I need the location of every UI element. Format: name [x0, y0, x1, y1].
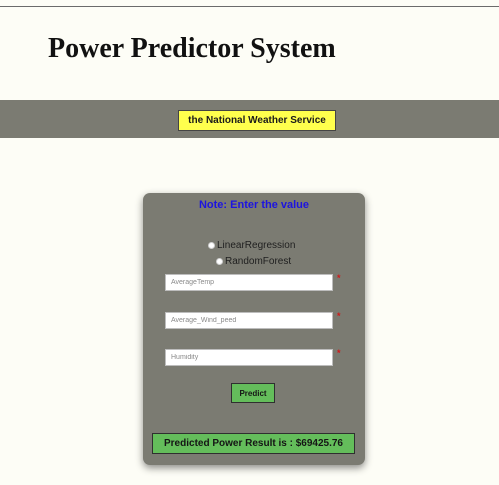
nav-bar: the National Weather Service [0, 100, 499, 138]
national-weather-service-link[interactable]: the National Weather Service [178, 110, 336, 131]
top-divider [0, 6, 499, 7]
humidity-input[interactable] [165, 349, 333, 366]
required-asterisk: * [337, 311, 341, 321]
average-wind-speed-input[interactable] [165, 312, 333, 329]
radio-linear-regression[interactable]: LinearRegression [208, 240, 295, 251]
required-asterisk: * [337, 348, 341, 358]
average-temp-input[interactable] [165, 274, 333, 291]
required-asterisk: * [337, 273, 341, 283]
page: Power Predictor System the National Weat… [0, 0, 499, 485]
form-note: Note: Enter the value [198, 199, 310, 211]
radio-label-linear-regression: LinearRegression [217, 240, 296, 251]
page-title: Power Predictor System [48, 33, 336, 64]
radio-button-icon[interactable] [208, 242, 215, 249]
predict-button[interactable]: Predict [231, 383, 275, 403]
prediction-form-card: Note: Enter the value LinearRegression R… [143, 193, 365, 465]
radio-label-random-forest: RandomForest [225, 256, 292, 267]
prediction-result: Predicted Power Result is : $69425.76 [152, 433, 355, 454]
radio-random-forest[interactable]: RandomForest [216, 256, 291, 267]
radio-button-icon[interactable] [216, 258, 223, 265]
